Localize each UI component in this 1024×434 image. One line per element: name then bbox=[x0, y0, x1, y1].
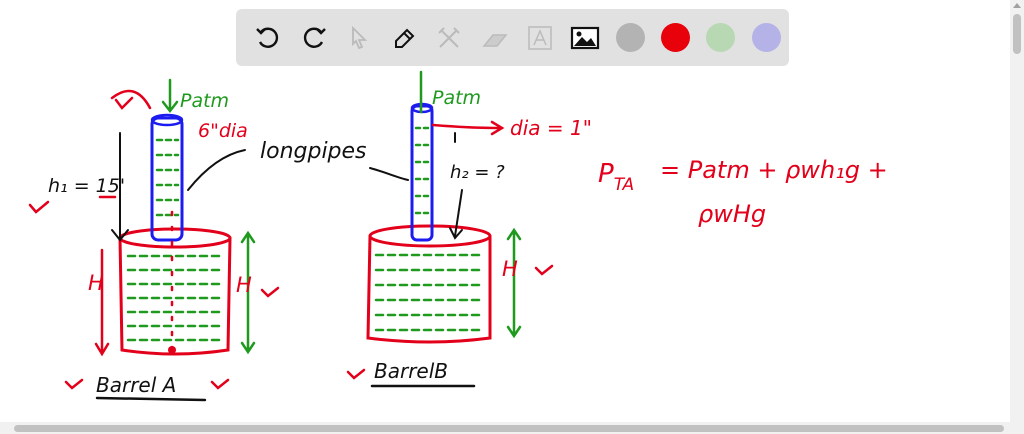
horizontal-scrollbar[interactable] bbox=[0, 422, 1024, 434]
barrel-a-dia-label: 6"dia bbox=[198, 120, 248, 142]
barrel-b-h-label: H bbox=[502, 257, 518, 281]
barrel-a-h1-label: h₁ = 15' bbox=[48, 175, 125, 197]
equation-lhs: PTA bbox=[598, 159, 634, 195]
long-pipes-label: longpipes bbox=[260, 139, 367, 164]
vertical-scrollbar[interactable] bbox=[1010, 0, 1024, 422]
barrel-a-patm-label: Patm bbox=[180, 90, 229, 112]
barrel-b-label: BarrelB bbox=[374, 359, 448, 383]
whiteboard-canvas[interactable]: Patm 6"dia h₁ = 15' H H Barrel A longpip… bbox=[0, 0, 1010, 422]
barrel-b-dia-label: dia = 1" bbox=[510, 116, 592, 140]
barrel-b-h2-label: h₂ = ? bbox=[450, 162, 505, 183]
barrel-a-label: Barrel A bbox=[96, 373, 176, 397]
barrel-a-h-right-label: H bbox=[236, 273, 252, 297]
equation-line-1-rhs: = Patm + ρwh₁g + bbox=[660, 156, 888, 184]
barrel-b-patm-label: Patm bbox=[432, 87, 481, 109]
horizontal-scroll-thumb[interactable] bbox=[14, 425, 1004, 432]
equation-subscript: TA bbox=[614, 175, 634, 195]
equation-line-2: ρwHg bbox=[698, 200, 766, 228]
vertical-scroll-thumb[interactable] bbox=[1013, 14, 1021, 54]
barrel-a-h-left-label: H bbox=[88, 271, 104, 295]
equation-p: P bbox=[598, 159, 614, 189]
scroll-up-icon[interactable] bbox=[1013, 3, 1021, 8]
